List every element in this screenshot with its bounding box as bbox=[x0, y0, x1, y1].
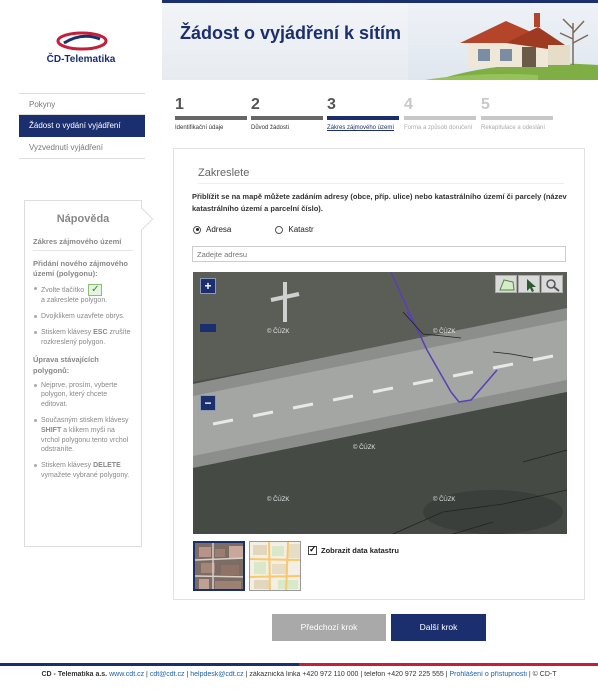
footer: ČD - Telematika a.s. www.cdt.cz | cdt@cd… bbox=[41, 671, 557, 678]
footer-link-email[interactable]: cdt@cdt.cz bbox=[150, 671, 185, 678]
sidebar-menu: Pokyny Žádost o vydání vyjádření Vyzvedn… bbox=[19, 93, 145, 159]
search-mode-radios: Adresa Katastr bbox=[193, 225, 358, 234]
footer-divider bbox=[0, 663, 598, 666]
sidebar-item-vyzvednuti[interactable]: Vyzvednutí vyjádření bbox=[19, 137, 145, 159]
map-toolbar bbox=[494, 275, 563, 293]
cd-logo-icon bbox=[56, 31, 108, 51]
header-banner: Žádost o vyjádření k sítím bbox=[162, 0, 598, 80]
layer-map-thumb[interactable] bbox=[249, 541, 301, 591]
help-section1-list: Zvolte tlačítko a zakreslete polygon. Dv… bbox=[33, 283, 133, 348]
zoom-in-button[interactable]: + bbox=[200, 278, 216, 294]
layer-aerial-thumb[interactable] bbox=[193, 541, 245, 591]
zoom-out-button[interactable]: − bbox=[200, 395, 216, 411]
street-map-layer-icon bbox=[250, 542, 300, 590]
map-watermark: © ČÚZK bbox=[433, 497, 456, 503]
map-view[interactable]: + − © ČÚZK © ČÚZK © ČÚZK © ČÚZK © ČÚZK bbox=[193, 272, 567, 534]
draw-polygon-button[interactable] bbox=[495, 275, 517, 293]
step-2[interactable]: 2 Důvod žádosti bbox=[251, 96, 323, 132]
help-arrow bbox=[130, 207, 154, 231]
house-image bbox=[408, 3, 598, 80]
show-cadastre-toggle[interactable]: Zobrazit data katastru bbox=[308, 544, 399, 555]
footer-link-accessibility[interactable]: Prohlášení o přístupnosti bbox=[450, 671, 527, 678]
address-search-input[interactable] bbox=[192, 246, 566, 262]
list-item: Současným stiskem klávesy SHIFT a klikem… bbox=[33, 416, 133, 455]
radio-cadastre[interactable] bbox=[275, 225, 284, 234]
list-item: Nejprve, prosím, vyberte polygon, který … bbox=[33, 381, 133, 410]
zoom-slider[interactable] bbox=[200, 324, 216, 332]
list-item: Zvolte tlačítko a zakreslete polygon. bbox=[33, 283, 133, 306]
help-section1-title: Přidání nového zájmového území (polygonu… bbox=[33, 259, 129, 279]
select-button[interactable] bbox=[518, 275, 540, 293]
sidebar-item-zadost[interactable]: Žádost o vydání vyjádření bbox=[19, 115, 145, 137]
brand-name: ČD-Telematika bbox=[46, 54, 116, 65]
page-title: Žádost o vyjádření k sítím bbox=[180, 23, 402, 43]
help-section2-title: Úprava stávajících polygonů: bbox=[33, 355, 99, 375]
list-item: Stiskem klávesy DELETE vymažete vybrané … bbox=[33, 461, 133, 481]
footer-company: ČD - Telematika a.s. bbox=[41, 671, 108, 678]
help-panel: Nápověda Zákres zájmového území Přidání … bbox=[24, 200, 154, 547]
help-title: Nápověda bbox=[56, 213, 110, 225]
footer-hotline: zákaznická linka +420 972 110 000 bbox=[249, 671, 359, 678]
instruction-text: Přiblížit se na mapě můžete zadáním adre… bbox=[192, 192, 567, 214]
show-cadastre-checkbox[interactable] bbox=[308, 544, 317, 555]
divider bbox=[198, 183, 564, 184]
help-subtitle: Zákres zájmového území bbox=[33, 237, 133, 251]
logo[interactable]: ČD-Telematika bbox=[0, 0, 162, 80]
footer-copyright: © ČD-T bbox=[532, 671, 557, 678]
map-watermark: © ČÚZK bbox=[267, 497, 290, 503]
step-5: 5 Rekapitulace a odeslání bbox=[481, 96, 553, 132]
form-title: Zakreslete bbox=[198, 167, 250, 179]
help-section2-list: Nejprve, prosím, vyberte polygon, který … bbox=[33, 381, 133, 481]
map-watermark: © ČÚZK bbox=[433, 329, 456, 335]
footer-link-web[interactable]: www.cdt.cz bbox=[109, 671, 144, 678]
draw-polygon-icon bbox=[88, 283, 103, 297]
radio-cadastre-label[interactable]: Katastr bbox=[288, 225, 313, 234]
next-step-button[interactable]: Další krok bbox=[391, 614, 486, 641]
step-3[interactable]: 3 Zákres zájmového území bbox=[327, 96, 399, 132]
list-item: Dvojklikem uzavřete obrys. bbox=[33, 312, 133, 322]
footer-link-helpdesk[interactable]: helpdesk@cdt.cz bbox=[190, 671, 243, 678]
map-watermark: © ČÚZK bbox=[267, 329, 290, 335]
sidebar-item-pokyny[interactable]: Pokyny bbox=[19, 93, 145, 115]
select-icon bbox=[527, 279, 536, 292]
step-1[interactable]: 1 Identifikační údaje bbox=[175, 96, 247, 132]
search-map-button[interactable] bbox=[541, 275, 563, 293]
radio-address[interactable] bbox=[193, 225, 201, 234]
show-cadastre-label[interactable]: Zobrazit data katastru bbox=[321, 546, 399, 555]
aerial-layer-icon bbox=[195, 543, 243, 589]
drawing-form: Zakreslete Přiblížit se na mapě můžete z… bbox=[173, 148, 585, 600]
aerial-map bbox=[193, 272, 567, 534]
magnifier-icon bbox=[546, 279, 560, 292]
step-4: 4 Forma a způsob doručení bbox=[404, 96, 476, 132]
wizard-steps: 1 Identifikační údaje 2 Důvod žádosti 3 … bbox=[175, 96, 575, 146]
map-watermark: © ČÚZK bbox=[353, 445, 376, 451]
footer-phone: telefon +420 972 225 555 bbox=[364, 671, 444, 678]
radio-address-label[interactable]: Adresa bbox=[206, 225, 231, 234]
list-item: Stiskem klávesy ESC zrušíte rozkreslený … bbox=[33, 328, 133, 348]
draw-polygon-icon bbox=[499, 279, 515, 291]
previous-step-button[interactable]: Předchozí krok bbox=[272, 614, 386, 641]
